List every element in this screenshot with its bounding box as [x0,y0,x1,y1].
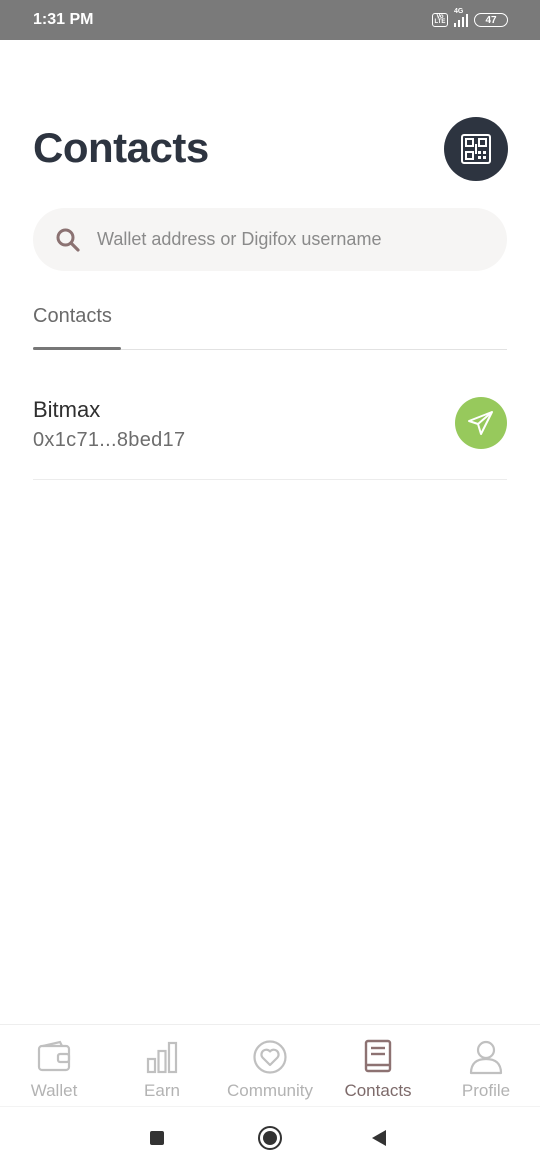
volte-icon: Vo LTE [432,13,448,27]
person-icon [468,1039,504,1075]
tab-bar: Contacts [33,300,507,350]
nav-item-earn[interactable]: Earn [108,1025,216,1107]
nav-label-wallet: Wallet [30,1081,78,1100]
back-icon[interactable] [372,1130,386,1146]
qr-scan-icon [461,134,491,164]
search-icon [55,227,81,253]
send-icon [468,411,493,435]
battery-level: 47 [485,14,497,26]
wallet-icon [36,1039,72,1075]
system-nav-bar [0,1106,540,1170]
network-type: 4G [454,8,464,15]
active-tab-indicator [33,347,121,350]
nav-item-community[interactable]: Community [216,1025,324,1107]
nav-label-contacts: Contacts [344,1081,412,1100]
nav-label-community: Community [227,1081,313,1100]
bottom-nav: Wallet Earn Community Contacts Profile [0,1024,540,1106]
recent-apps-icon[interactable] [150,1131,164,1145]
nav-item-profile[interactable]: Profile [432,1025,540,1107]
contacts-screen: 1:31 PM Vo LTE 4G 47 Contacts Wallet add… [0,0,540,1170]
address-book-icon [360,1039,396,1075]
tab-contacts[interactable]: Contacts [33,300,112,328]
page-title: Contacts [33,124,209,171]
nav-item-contacts[interactable]: Contacts [324,1025,432,1107]
nav-item-wallet[interactable]: Wallet [0,1025,108,1107]
search-input[interactable] [97,229,477,250]
battery-icon: 47 [474,13,508,27]
nav-label-earn: Earn [144,1081,180,1100]
heart-icon [252,1039,288,1075]
bar-chart-icon [144,1039,180,1075]
send-button[interactable] [455,397,507,449]
qr-scan-button[interactable] [444,117,508,181]
contact-address: 0x1c71...8bed17 [33,429,186,451]
search-bar[interactable] [33,208,507,271]
nav-label-profile: Profile [461,1081,511,1100]
contact-name: Bitmax [33,397,101,422]
contact-row[interactable]: Bitmax 0x1c71...8bed17 [33,380,507,480]
status-time: 1:31 PM [33,11,94,28]
status-bar: 1:31 PM Vo LTE 4G 47 [0,0,540,40]
status-indicators: Vo LTE 4G 47 [432,8,508,27]
signal-icon: 4G [454,8,468,27]
home-icon[interactable] [258,1126,282,1150]
